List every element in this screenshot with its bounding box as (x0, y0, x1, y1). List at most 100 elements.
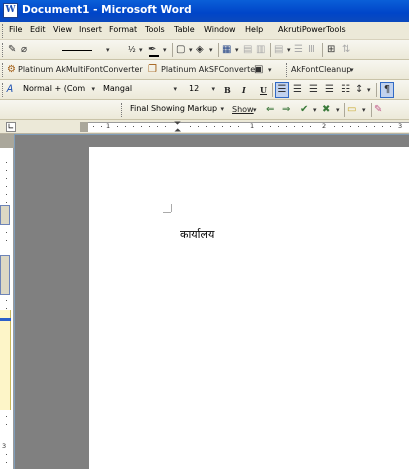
document-page[interactable] (89, 147, 409, 469)
line-style-sample[interactable] (62, 50, 92, 51)
autoformat-icon[interactable]: ⊞ (327, 43, 335, 57)
previous-change-icon[interactable]: ⇐ (266, 103, 274, 117)
ruler-tick (390, 126, 391, 127)
italic-button[interactable]: I (242, 83, 246, 97)
insert-table-dropdown-icon[interactable]: ▾ (235, 43, 239, 57)
akruti-tool-dropdown-icon[interactable]: ▾ (268, 63, 272, 77)
menu-help[interactable]: Help (245, 25, 263, 34)
show-button[interactable]: Show (232, 103, 254, 117)
word-app-icon[interactable]: W (3, 3, 18, 18)
vruler-tick (6, 194, 7, 195)
vruler-tick (6, 162, 7, 163)
ruler-tick (93, 126, 94, 127)
toolbar-grip[interactable] (2, 63, 5, 77)
toolbar-grip[interactable] (2, 83, 5, 97)
toolbar-grip[interactable] (286, 63, 289, 77)
vruler-tick (6, 462, 7, 463)
aksf-converter-button[interactable]: Platinum AkSFConverter (161, 63, 258, 77)
new-comment-dropdown-icon[interactable]: ▾ (362, 103, 366, 117)
toolbar-grip[interactable] (2, 43, 5, 57)
pencil-icon[interactable]: ✎ (8, 43, 16, 57)
line-weight-dropdown-icon[interactable]: ▾ (139, 43, 143, 57)
bold-button[interactable]: B (224, 83, 231, 97)
eraser-icon[interactable]: ⌀ (21, 43, 27, 57)
chevron-down-icon[interactable]: ▾ (211, 83, 215, 95)
menu-view[interactable]: View (53, 25, 72, 34)
chevron-down-icon[interactable]: ▾ (91, 83, 95, 95)
menu-file[interactable]: File (9, 25, 22, 34)
reject-change-icon[interactable]: ✖ (322, 103, 330, 117)
akmulti-icon: ⚙ (7, 64, 16, 75)
align-center-icon[interactable]: ☰ (293, 83, 302, 97)
menu-tools[interactable]: Tools (145, 25, 165, 34)
border-color-dropdown-icon[interactable]: ▾ (163, 43, 167, 57)
font-value: Mangal (103, 84, 133, 93)
margin-corner-mark (171, 204, 172, 212)
accept-change-icon[interactable]: ✔ (300, 103, 308, 117)
menu-grip[interactable] (2, 24, 5, 38)
menu-insert[interactable]: Insert (79, 25, 102, 34)
ruler-left-margin (80, 122, 88, 132)
menu-window[interactable]: Window (204, 25, 236, 34)
line-weight-value[interactable]: ½ (128, 43, 136, 57)
drawing-toolbar: ✎ ⌀ ▾ ½ ▾ ✒ ▾ ▢ ▾ ◈ ▾ ▦ ▾ ▤ ▥ ▤ ▾ ☰ Ⅲ ⊞ … (0, 40, 409, 60)
ruler-tick (238, 126, 239, 127)
shading-icon[interactable]: ◈ (196, 43, 204, 57)
horizontal-ruler[interactable]: ∟ 1 ⏷ ⏶ 1 2 3 (0, 120, 409, 136)
akruti-toolbar: ⚙ Platinum AkMultiFontConverter ❐ Platin… (0, 60, 409, 80)
vruler-tick (6, 424, 7, 425)
menu-akrutipowertools[interactable]: AkrutiPowerTools (278, 25, 346, 34)
menu-edit[interactable]: Edit (30, 25, 46, 34)
new-comment-icon[interactable]: ▭ (347, 103, 356, 117)
split-cells-icon[interactable]: ▥ (256, 43, 265, 57)
vertical-ruler[interactable]: 1 2 3 (0, 134, 14, 469)
align-left-icon[interactable]: ☰ (275, 82, 289, 98)
underline-button[interactable]: U (260, 83, 267, 97)
justify-icon[interactable]: ☰ (325, 83, 334, 97)
align-icon[interactable]: ▤ (274, 43, 283, 57)
track-changes-icon[interactable]: ✎ (374, 103, 382, 117)
accept-dropdown-icon[interactable]: ▾ (313, 103, 317, 117)
align-dropdown-icon[interactable]: ▾ (287, 43, 291, 57)
line-spacing-dropdown-icon[interactable]: ▾ (367, 83, 371, 97)
document-text[interactable]: कार्यालय (180, 227, 214, 242)
akfontcleanup-button[interactable]: AkFontCleanup (291, 63, 351, 77)
distribute-columns-icon[interactable]: Ⅲ (308, 43, 315, 57)
font-size-combo[interactable]: 12 ▾ (186, 83, 216, 97)
akmulti-converter-button[interactable]: Platinum AkMultiFontConverter (18, 63, 143, 77)
separator (270, 43, 271, 57)
line-style-dropdown-icon[interactable]: ▾ (106, 43, 110, 57)
sort-icon[interactable]: ⇅ (342, 43, 350, 57)
next-change-icon[interactable]: ⇒ (282, 103, 290, 117)
tab-selector-icon[interactable]: ∟ (6, 122, 16, 132)
menu-table[interactable]: Table (174, 25, 195, 34)
title-bar: W Document1 - Microsoft Word (0, 0, 409, 22)
chevron-down-icon[interactable]: ▾ (173, 83, 177, 95)
chevron-down-icon[interactable]: ▾ (220, 103, 224, 115)
ltr-direction-icon[interactable]: ¶ (380, 82, 394, 98)
shading-dropdown-icon[interactable]: ▾ (209, 43, 213, 57)
ruler-tick (206, 126, 207, 127)
ruler-tick (334, 126, 335, 127)
show-dropdown-icon[interactable]: ▾ (253, 103, 257, 117)
hanging-indent-marker[interactable]: ⏶ (174, 127, 181, 136)
toolbar-grip[interactable] (121, 103, 124, 117)
align-right-icon[interactable]: ☰ (309, 83, 318, 97)
ruler-tick (350, 126, 351, 127)
border-icon[interactable]: ▢ (176, 43, 185, 57)
style-combo[interactable]: Normal + (Com ▾ (20, 83, 96, 97)
reject-dropdown-icon[interactable]: ▾ (336, 103, 340, 117)
styles-formatting-icon[interactable]: 𝐴 (6, 83, 13, 97)
distributed-icon[interactable]: ☷ (341, 83, 350, 97)
akfontcleanup-dropdown-icon[interactable]: ▾ (350, 63, 354, 77)
menu-format[interactable]: Format (109, 25, 137, 34)
merge-cells-icon[interactable]: ▤ (243, 43, 252, 57)
display-for-review-combo[interactable]: Final Showing Markup ▾ (127, 103, 225, 117)
insert-table-icon[interactable]: ▦ (222, 43, 231, 57)
font-combo[interactable]: Mangal ▾ (100, 83, 178, 97)
akruti-tool-icon[interactable]: ▣ (254, 63, 263, 77)
distribute-rows-icon[interactable]: ☰ (294, 43, 303, 57)
background-window-fragment (0, 310, 11, 410)
border-dropdown-icon[interactable]: ▾ (189, 43, 193, 57)
line-spacing-icon[interactable]: ↕ (355, 83, 363, 97)
